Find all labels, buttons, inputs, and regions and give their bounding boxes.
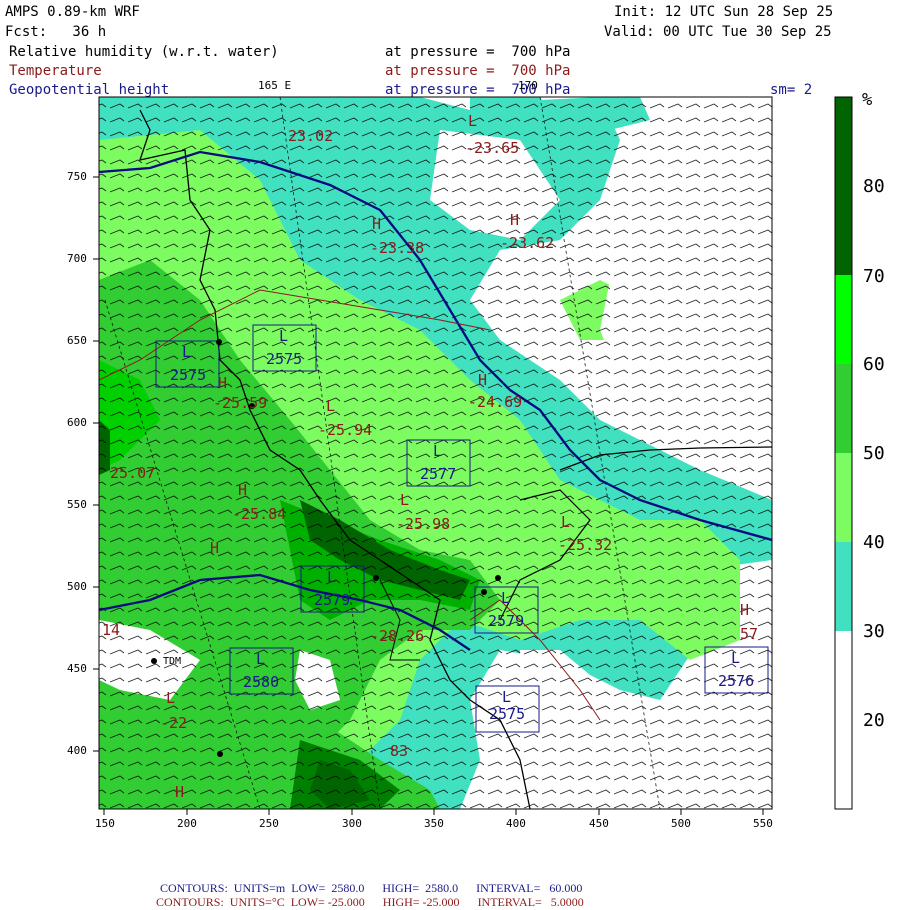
low-marker: L [166,689,176,707]
map-canvas [93,96,853,815]
footer-temp-contours: CONTOURS: UNITS=°C LOW= -25.000 HIGH= -2… [150,880,584,910]
x-tick-350: 350 [424,817,444,830]
temp-label: -25.84 [232,505,287,523]
height-low-marker: L [256,650,266,668]
temp-label: -25.32 [558,536,613,554]
height-low-marker: L [501,589,511,607]
height-label: 2579 [314,591,351,609]
high-marker: H [740,601,750,619]
low-marker: L [326,397,336,415]
low-marker: L [468,112,478,130]
temp-label: -22 [160,714,188,732]
y-tick-750: 750 [67,170,87,183]
colorbar-label-20: 20 [863,710,885,731]
temp-label: -25.98 [396,515,451,533]
height-label: 2575 [266,350,303,368]
temp-label: 83 [390,742,409,760]
height-low-marker: L [327,568,337,586]
footer-low: LOW= -25.000 [290,895,365,909]
footer-high: HIGH= -25.000 [382,895,460,909]
colorbar-label-30: 30 [863,621,885,642]
height-low-marker: L [433,442,443,460]
height-low-marker: L [731,649,741,667]
x-tick-150: 150 [95,817,115,830]
y-tick-400: 400 [67,744,87,757]
colorbar-label-70: 70 [863,266,885,287]
height-low-marker: L [502,688,512,706]
height-label: 2580 [243,673,280,691]
colorbar-label-60: 60 [863,354,885,375]
temp-label: -28.26 [370,627,425,645]
colorbar-label-80: 80 [863,176,885,197]
height-label: 2579 [488,612,525,630]
high-marker: H [478,371,488,389]
high-marker: H [175,783,185,801]
high-marker: H [510,211,520,229]
station-label: TDM [163,656,182,667]
footer-interval: INTERVAL= 5.0000 [477,895,584,909]
y-tick-650: 650 [67,334,87,347]
temp-label: 23.02 [288,127,334,145]
x-tick-450: 450 [589,817,609,830]
footer-units: UNITS=°C [229,895,285,909]
high-marker: H [218,374,228,392]
height-low-marker: L [279,327,289,345]
height-label: 2575 [489,705,526,723]
footer-label: CONTOURS: [156,895,224,909]
y-tick-450: 450 [67,662,87,675]
height-label: 2577 [420,465,457,483]
temp-label: 14 [102,621,121,639]
temp-label: -23.62 [500,234,555,252]
x-tick-300: 300 [342,817,362,830]
high-marker: H [238,481,248,499]
x-tick-400: 400 [506,817,526,830]
y-tick-500: 500 [67,580,87,593]
x-tick-550: 550 [753,817,773,830]
temp-label: -25.94 [318,421,373,439]
temp-label: -23.38 [370,239,425,257]
temp-label: 57 [740,625,759,643]
low-marker: L [400,491,410,509]
high-marker: H [372,215,382,233]
high-marker: H [210,539,220,557]
x-tick-250: 250 [259,817,279,830]
height-label: 2575 [170,366,207,384]
temp-label: -25.59 [213,394,268,412]
y-tick-700: 700 [67,252,87,265]
colorbar [834,96,853,810]
colorbar-label-50: 50 [863,443,885,464]
y-tick-550: 550 [67,498,87,511]
colorbar-label-40: 40 [863,532,885,553]
temp-label: 25.07 [110,464,156,482]
temp-label: -24.69 [468,393,523,411]
colorbar-unit: % [862,90,873,110]
x-tick-500: 500 [671,817,691,830]
height-label: 2576 [718,672,755,690]
height-low-marker: L [182,343,192,361]
low-marker: L [561,513,571,531]
x-tick-200: 200 [177,817,197,830]
y-tick-600: 600 [67,416,87,429]
temp-label: -23.65 [465,139,520,157]
